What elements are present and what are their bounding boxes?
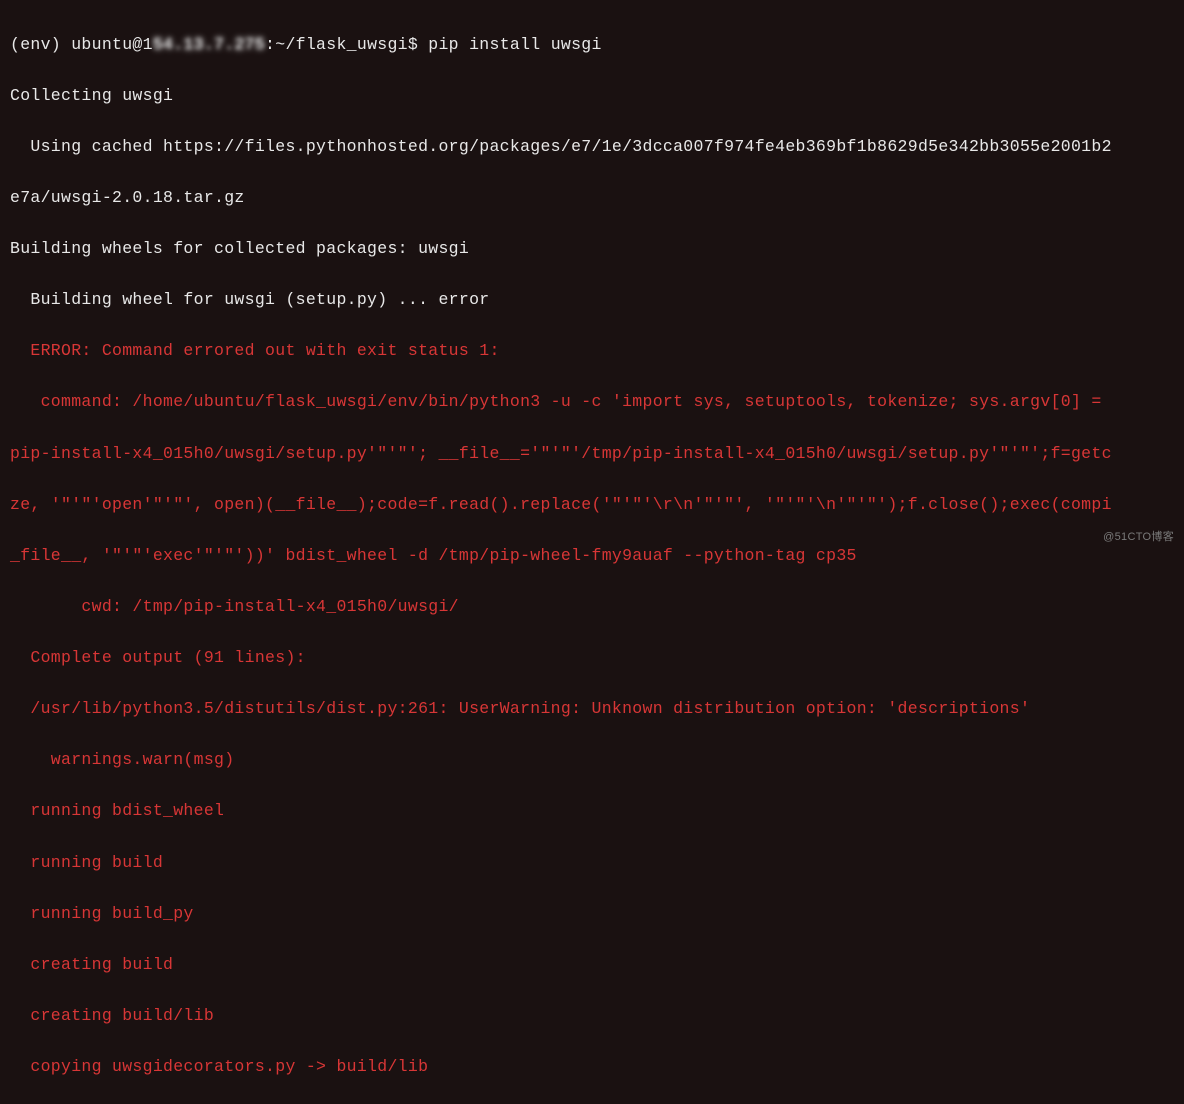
tarball-line: e7a/uwsgi-2.0.18.tar.gz bbox=[10, 185, 1174, 211]
complete-output-line: Complete output (91 lines): bbox=[10, 645, 1174, 671]
creating-build-line: creating build bbox=[10, 952, 1174, 978]
collecting-line: Collecting uwsgi bbox=[10, 83, 1174, 109]
using-cached-line: Using cached https://files.pythonhosted.… bbox=[10, 134, 1174, 160]
terminal-output: (env) ubuntu@154.13.7.275:~/flask_uwsgi$… bbox=[0, 0, 1184, 1104]
pip-install-line: pip-install-x4_015h0/uwsgi/setup.py'"'"'… bbox=[10, 441, 1174, 467]
userwarning-line: /usr/lib/python3.5/distutils/dist.py:261… bbox=[10, 696, 1174, 722]
prompt-prefix: (env) ubuntu@1 bbox=[10, 35, 153, 54]
prompt-suffix: :~/flask_uwsgi$ bbox=[265, 35, 428, 54]
building-wheels-line: Building wheels for collected packages: … bbox=[10, 236, 1174, 262]
running-build-py-line: running build_py bbox=[10, 901, 1174, 927]
warnings-line: warnings.warn(msg) bbox=[10, 747, 1174, 773]
command-text: pip install uwsgi bbox=[428, 35, 601, 54]
building-wheel-line: Building wheel for uwsgi (setup.py) ... … bbox=[10, 287, 1174, 313]
command-line: command: /home/ubuntu/flask_uwsgi/env/bi… bbox=[10, 389, 1174, 415]
ze-line: ze, '"'"'open'"'"', open)(__file__);code… bbox=[10, 492, 1174, 518]
copying-line: copying uwsgidecorators.py -> build/lib bbox=[10, 1054, 1174, 1080]
running-bdist-line: running bdist_wheel bbox=[10, 798, 1174, 824]
prompt-line: (env) ubuntu@154.13.7.275:~/flask_uwsgi$… bbox=[10, 32, 1174, 58]
prompt-host-blurred: 54.13.7.275 bbox=[153, 35, 265, 54]
watermark: @51CTO博客 bbox=[1103, 529, 1174, 546]
running-build-line: running build bbox=[10, 850, 1174, 876]
file-line: _file__, '"'"'exec'"'"'))' bdist_wheel -… bbox=[10, 543, 1174, 569]
cwd-line: cwd: /tmp/pip-install-x4_015h0/uwsgi/ bbox=[10, 594, 1174, 620]
creating-build-lib-line: creating build/lib bbox=[10, 1003, 1174, 1029]
error-header-line: ERROR: Command errored out with exit sta… bbox=[10, 338, 1174, 364]
